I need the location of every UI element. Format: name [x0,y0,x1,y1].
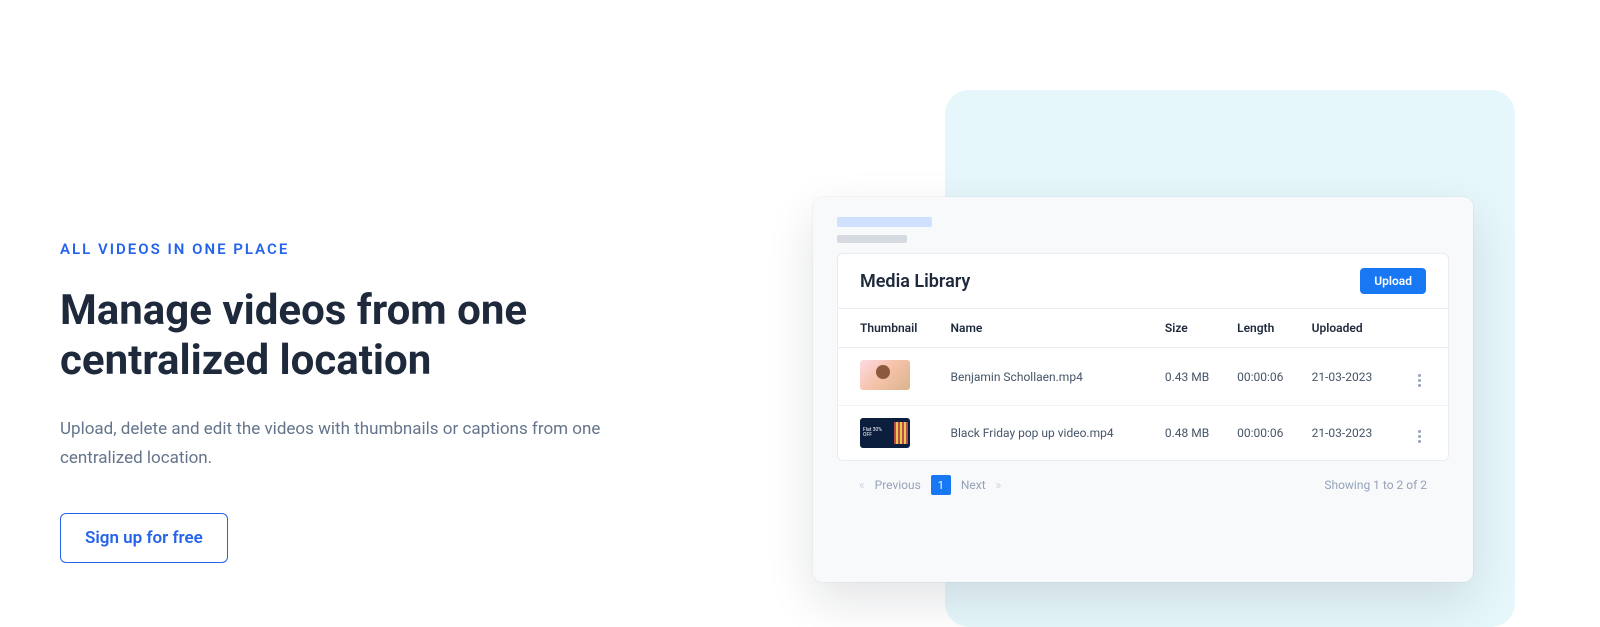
pagination-summary: Showing 1 to 2 of 2 [1324,478,1427,492]
col-actions [1395,309,1448,348]
kebab-icon[interactable] [1412,373,1426,387]
subheadline: Upload, delete and edit the videos with … [60,415,620,473]
headline: Manage videos from one centralized locat… [60,286,680,387]
cell-length: 00:00:06 [1229,348,1304,406]
kebab-icon[interactable] [1412,430,1426,444]
pagination: « Previous 1 Next » Showing 1 to 2 of 2 [837,461,1449,501]
cell-size: 0.43 MB [1157,348,1229,406]
chevron-right-icon[interactable]: » [996,478,1002,492]
next-button[interactable]: Next [961,478,986,492]
marketing-left: ALL VIDEOS IN ONE PLACE Manage videos fr… [60,240,680,563]
cell-name: Benjamin Schollaen.mp4 [943,348,1157,406]
col-length: Length [1229,309,1304,348]
prev-button[interactable]: Previous [875,478,921,492]
media-table: Thumbnail Name Size Length Uploaded Benj… [838,308,1448,460]
chevron-left-icon[interactable]: « [859,478,865,492]
placeholder-bar [837,217,932,227]
col-uploaded: Uploaded [1304,309,1396,348]
app-screenshot: Media Library Upload Thumbnail Name Size… [813,197,1473,582]
page-number[interactable]: 1 [931,475,951,495]
upload-button[interactable]: Upload [1360,268,1426,294]
card-title: Media Library [860,271,970,292]
placeholder-bar [837,235,907,243]
cell-size: 0.48 MB [1157,406,1229,461]
table-row[interactable]: Flat 30% OFF Black Friday pop up video.mp… [838,406,1448,461]
cell-uploaded: 21-03-2023 [1304,348,1396,406]
cell-length: 00:00:06 [1229,406,1304,461]
table-row[interactable]: Benjamin Schollaen.mp40.43 MB00:00:0621-… [838,348,1448,406]
cell-name: Black Friday pop up video.mp4 [943,406,1157,461]
signup-button[interactable]: Sign up for free [60,513,228,563]
cell-uploaded: 21-03-2023 [1304,406,1396,461]
media-library-card: Media Library Upload Thumbnail Name Size… [837,253,1449,461]
col-name: Name [943,309,1157,348]
thumbnail [860,360,910,390]
col-thumbnail: Thumbnail [838,309,943,348]
eyebrow-text: ALL VIDEOS IN ONE PLACE [60,240,680,258]
col-size: Size [1157,309,1229,348]
thumbnail: Flat 30% OFF [860,418,910,448]
